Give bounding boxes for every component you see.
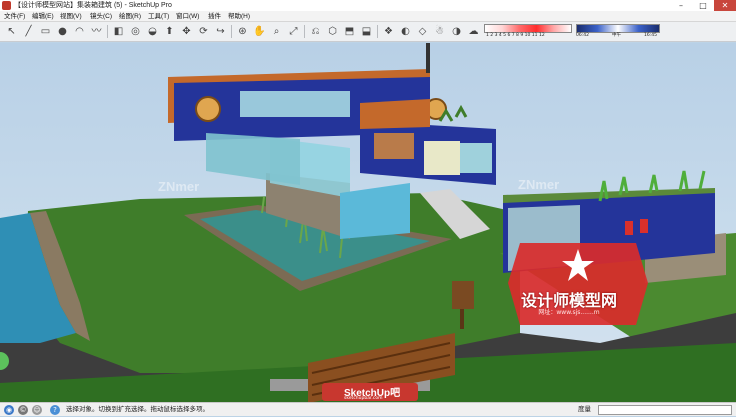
top-view-icon[interactable]: ⬒	[342, 24, 357, 39]
rotate-icon[interactable]: ⟳	[196, 24, 211, 39]
interior-room-2	[424, 141, 460, 175]
shadow-time-slider[interactable]	[576, 24, 660, 33]
red-window-2	[640, 219, 648, 233]
walk-icon[interactable]: ☃	[432, 24, 447, 39]
sign-post	[460, 309, 464, 329]
line-icon[interactable]: ╱	[21, 24, 36, 39]
status-message: 选择对象。切换到扩充选择。拖动鼠标选择多项。	[66, 406, 209, 413]
push-pull-icon[interactable]: ⬆	[162, 24, 177, 39]
shadow-time-end: 16:45	[644, 33, 657, 38]
help-icon[interactable]: ?	[50, 405, 60, 415]
geo-location-icon[interactable]: ◉	[4, 405, 14, 415]
materials-icon[interactable]: ◐	[398, 24, 413, 39]
menu-plugins[interactable]: 插件	[208, 11, 221, 22]
watermark: ZNmer	[158, 179, 200, 194]
lower-glass	[206, 133, 300, 185]
move-icon[interactable]: ✥	[179, 24, 194, 39]
menu-edit[interactable]: 编辑(E)	[32, 11, 54, 22]
user-icon[interactable]: ☺	[32, 405, 42, 415]
freehand-icon[interactable]: 〰	[89, 24, 104, 39]
shadow-months-label: 1 2 3 4 5 6 7 8 9 10 11 12	[486, 33, 545, 38]
measurements-label: 度量	[578, 406, 591, 413]
menu-draw[interactable]: 绘图(R)	[119, 11, 141, 22]
toolbar-separator	[231, 25, 232, 38]
window-title: 【设计师模型网站】集装箱建筑 (5) - SketchUp Pro	[14, 2, 172, 9]
front-view-icon[interactable]: ⬓	[359, 24, 374, 39]
sign-board	[452, 281, 474, 309]
shadow-noon-label: 中午	[612, 33, 621, 38]
select-icon[interactable]: ↖	[4, 24, 19, 39]
shadow-settings: 1 2 3 4 5 6 7 8 9 10 11 12 06:42 中午 16:4…	[484, 24, 660, 40]
shadows-icon[interactable]: ◑	[449, 24, 464, 39]
sketchup-app-icon	[2, 1, 11, 10]
tape-icon[interactable]: ◎	[128, 24, 143, 39]
shadow-date-slider[interactable]	[484, 24, 572, 33]
pan-icon[interactable]: ✋	[252, 24, 267, 39]
rectangle-icon[interactable]: ▭	[38, 24, 53, 39]
title-bar[interactable]: 【设计师模型网站】集装箱建筑 (5) - SketchUp Pro – □ ✕	[0, 0, 736, 11]
sketchup-logo: SketchUp吧 sketchupbar.com	[322, 383, 418, 402]
components-icon[interactable]: ❖	[381, 24, 396, 39]
orbit-icon[interactable]: ⊛	[235, 24, 250, 39]
zoom-icon[interactable]: ⌕	[269, 24, 284, 39]
shadow-time-start: 06:42	[576, 33, 589, 38]
menu-help[interactable]: 帮助(H)	[228, 11, 250, 22]
menu-view[interactable]: 视图(V)	[60, 11, 82, 22]
waterfall-box	[340, 183, 410, 239]
maximize-button[interactable]: □	[692, 0, 714, 11]
previous-view-icon[interactable]: ⎌	[308, 24, 323, 39]
sketchup-logo-site: sketchupbar.com	[344, 396, 383, 401]
minimize-button[interactable]: –	[670, 0, 692, 11]
chimney	[426, 43, 430, 73]
orange-container	[360, 99, 430, 129]
upper-glazing	[240, 91, 350, 117]
follow-me-icon[interactable]: ↪	[213, 24, 228, 39]
logo-subtitle: 网址：www.sjs.......m	[538, 309, 600, 316]
menu-window[interactable]: 窗口(W)	[176, 11, 199, 22]
measurements-input[interactable]	[598, 405, 732, 415]
eraser-icon[interactable]: ◧	[111, 24, 126, 39]
model-scene	[0, 43, 736, 402]
iso-view-icon[interactable]: ⬡	[325, 24, 340, 39]
toolbar-separator	[377, 25, 378, 38]
credits-icon[interactable]: ©	[18, 405, 28, 415]
fog-icon[interactable]: ☁	[466, 24, 481, 39]
section-plane-icon[interactable]: ◇	[415, 24, 430, 39]
menu-bar: 文件(F) 编辑(E) 视图(V) 镜头(C) 绘图(R) 工具(T) 窗口(W…	[0, 11, 736, 22]
red-window	[625, 221, 633, 235]
close-button[interactable]: ✕	[714, 0, 736, 11]
paint-bucket-icon[interactable]: ◒	[145, 24, 160, 39]
toolbar-separator	[107, 25, 108, 38]
menu-tools[interactable]: 工具(T)	[148, 11, 169, 22]
menu-file[interactable]: 文件(F)	[4, 11, 25, 22]
arc-icon[interactable]: ◠	[72, 24, 87, 39]
watermark-2: ZNmer	[518, 177, 560, 192]
status-bar: ◉ © ☺ ? 选择对象。切换到扩充选择。拖动鼠标选择多项。 度量	[0, 402, 736, 416]
circle-icon[interactable]: ●	[55, 24, 70, 39]
model-viewport[interactable]: ZNmer ZNmer 设计师模型网 网址：www.sjs.......m Sk…	[0, 43, 736, 402]
toolbar-separator	[304, 25, 305, 38]
interior-room	[374, 133, 414, 159]
porthole-window	[195, 96, 221, 122]
sketchup-window: 【设计师模型网站】集装箱建筑 (5) - SketchUp Pro – □ ✕ …	[0, 0, 736, 416]
glass-corner	[460, 143, 492, 173]
menu-camera[interactable]: 镜头(C)	[90, 11, 112, 22]
site-logo: 设计师模型网 网址：www.sjs.......m	[496, 243, 642, 325]
zoom-extents-icon[interactable]: ⤢	[286, 24, 301, 39]
